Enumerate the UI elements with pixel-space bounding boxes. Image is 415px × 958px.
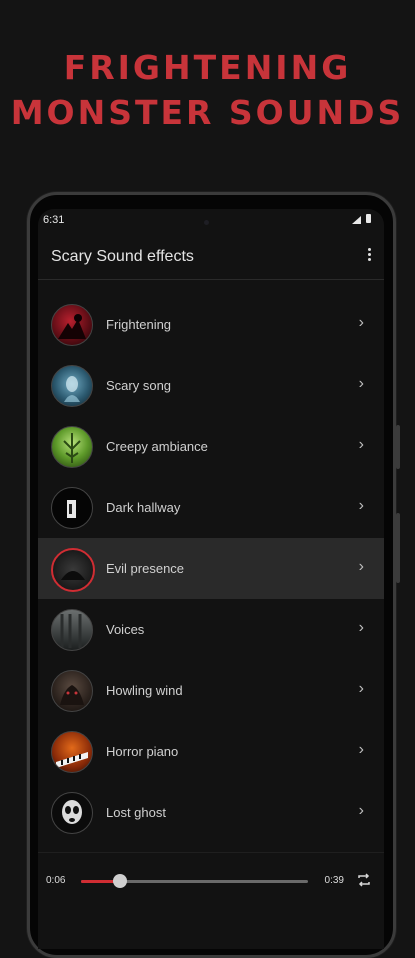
list-item-frightening[interactable]: Frightening › <box>38 294 384 355</box>
list-item-creepy-ambiance[interactable]: Creepy ambiance › <box>38 416 384 477</box>
list-item-lost-ghost[interactable]: Lost ghost › <box>38 782 384 843</box>
evil-presence-thumbnail <box>51 548 95 592</box>
repeat-icon[interactable] <box>356 872 372 888</box>
list-item-label: Howling wind <box>106 683 183 698</box>
total-time: 0:39 <box>324 875 344 886</box>
phone-frame: 6:31 Scary Sound effects Frightening › S… <box>27 192 400 958</box>
list-item-label: Horror piano <box>106 744 179 759</box>
current-time: 0:06 <box>46 875 66 886</box>
chevron-right-icon: › <box>358 497 364 514</box>
chevron-right-icon: › <box>358 802 364 819</box>
seek-handle[interactable] <box>112 874 127 888</box>
voices-thumbnail <box>51 609 93 651</box>
list-item-howling-wind[interactable]: Howling wind › <box>38 660 384 721</box>
app-title: Scary Sound effects <box>51 248 194 265</box>
chevron-right-icon: › <box>358 558 364 575</box>
chevron-right-icon: › <box>358 375 364 392</box>
list-item-evil-presence[interactable]: Evil presence › <box>38 538 384 599</box>
list-item-label: Voices <box>106 622 145 637</box>
audio-player: 0:06 0:39 <box>38 852 384 903</box>
promo-headline-line1: FRIGHTENING <box>63 48 352 87</box>
creepy-ambiance-thumbnail <box>51 426 93 468</box>
phone-screen: 6:31 Scary Sound effects Frightening › S… <box>38 209 384 949</box>
frightening-thumbnail <box>51 304 93 346</box>
chevron-right-icon: › <box>358 619 364 636</box>
list-item-label: Frightening <box>106 317 172 332</box>
list-item-label: Evil presence <box>106 561 185 576</box>
chevron-right-icon: › <box>358 741 364 758</box>
scary-song-thumbnail <box>51 365 93 407</box>
status-time: 6:31 <box>43 214 65 226</box>
list-item-voices[interactable]: Voices › <box>38 599 384 660</box>
lost-ghost-thumbnail <box>51 792 93 834</box>
list-item-label: Lost ghost <box>106 805 166 820</box>
list-item-label: Scary song <box>106 378 172 393</box>
promo-headline-line2: MONSTER SOUNDS <box>10 93 405 132</box>
horror-piano-thumbnail <box>51 731 93 773</box>
list-item-label: Creepy ambiance <box>106 439 208 454</box>
sound-list: Frightening › Scary song › Creepy ambian… <box>38 294 384 843</box>
phone-side-button <box>396 425 400 469</box>
list-item-horror-piano[interactable]: Horror piano › <box>38 721 384 782</box>
chevron-right-icon: › <box>358 436 364 453</box>
list-item-label: Dark hallway <box>106 500 181 515</box>
chevron-right-icon: › <box>358 680 364 697</box>
app-bar: Scary Sound effects <box>38 233 384 280</box>
list-item-dark-hallway[interactable]: Dark hallway › <box>38 477 384 538</box>
battery-icon <box>366 214 371 223</box>
dark-hallway-thumbnail <box>51 487 93 529</box>
phone-volume-button <box>396 513 400 583</box>
overflow-menu-icon[interactable] <box>366 248 372 264</box>
seek-bar[interactable] <box>81 874 308 888</box>
status-bar: 6:31 <box>38 209 384 233</box>
howling-wind-thumbnail <box>51 670 93 712</box>
chevron-right-icon: › <box>358 314 364 331</box>
list-item-scary-song[interactable]: Scary song › <box>38 355 384 416</box>
signal-icon <box>352 216 361 224</box>
front-camera <box>204 220 209 225</box>
